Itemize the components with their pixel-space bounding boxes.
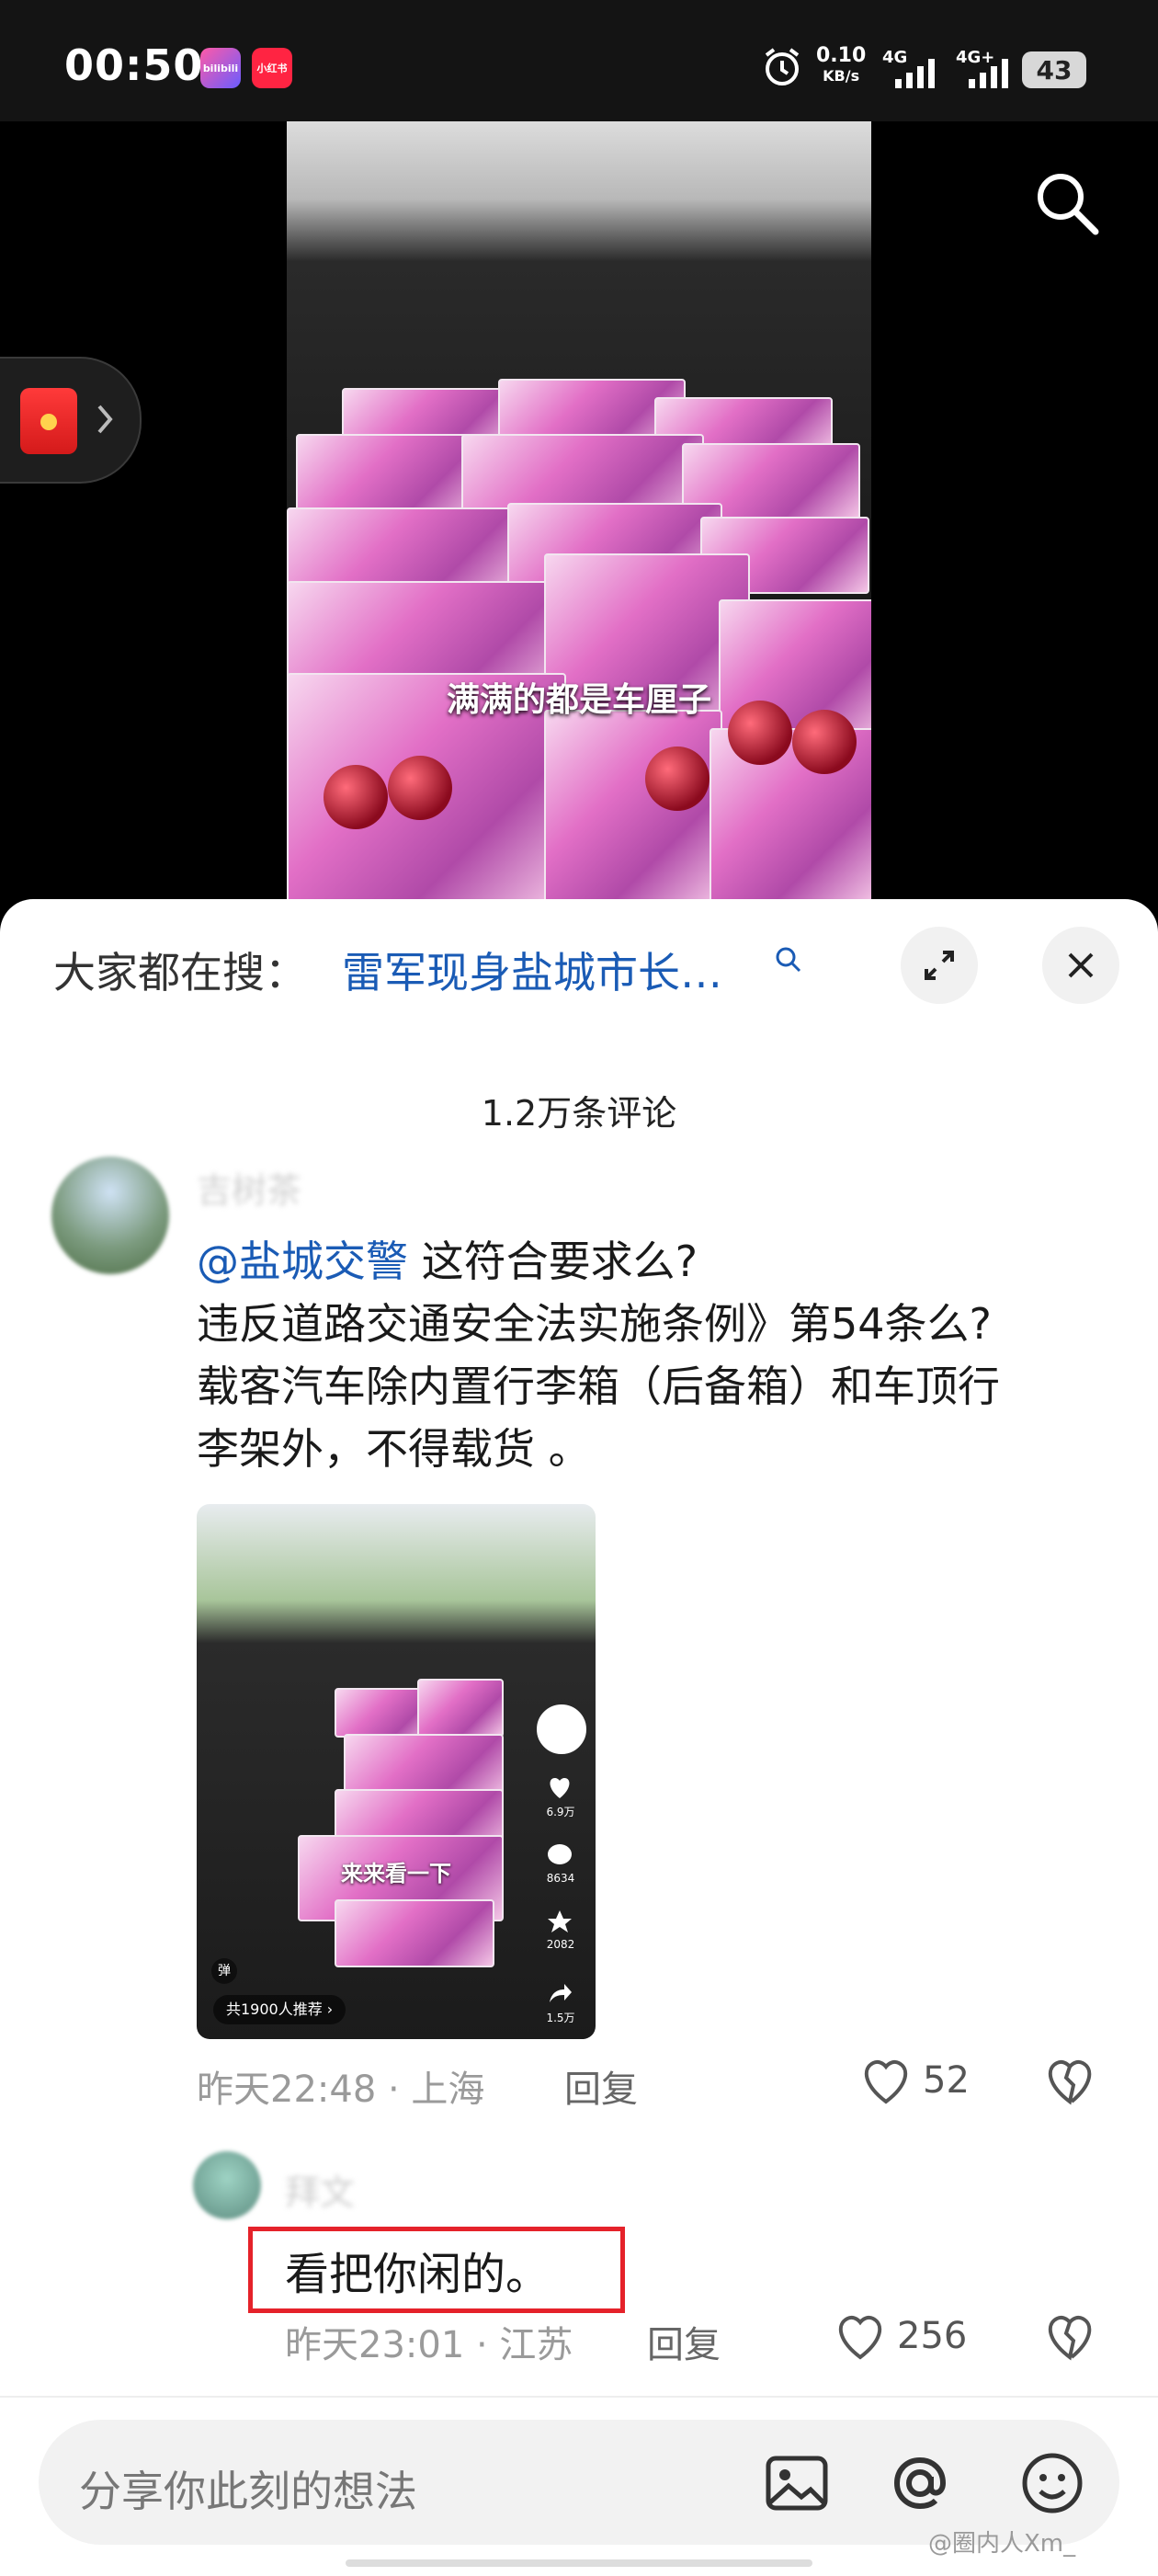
video-subtitle: 满满的都是车厘子 [446,681,711,719]
xiaohongshu-notification-icon: 小红书 [252,48,292,88]
net-speed-unit: KB/s [823,67,860,85]
like-count: 6.9万 [546,1806,575,1818]
expand-icon [925,951,954,980]
signal-bars-icon [895,59,935,88]
reply-button[interactable]: 回复 [564,2059,638,2113]
dislike-broken-heart-icon[interactable] [1042,2056,1097,2107]
net-speed-value: 0.10 [816,44,867,67]
attached-video-thumbnail[interactable]: 来来看一下 6.9万 8634 2082 1.5万 弹 共1900人推荐 › [197,1504,596,2039]
username[interactable]: 吉树茶 [197,1162,301,1213]
comment-meta: 昨天23:01 · 江苏 [285,2324,573,2366]
comment-text: 看把你闲的。 [285,2249,551,2300]
alarm-icon [765,48,800,85]
reply-button[interactable]: 回复 [647,2315,721,2368]
red-packet-seal [40,414,57,430]
comment-meta: 昨天22:48 · 上海 [197,2069,485,2111]
home-indicator[interactable] [346,2559,812,2567]
danmaku-icon: 弹 [211,1958,237,1984]
avatar[interactable] [51,1157,169,1274]
comment-line: 李架外，不得载货 。 [197,1424,591,1474]
video-frame [287,121,871,901]
search-small-icon[interactable] [774,945,803,975]
like-count: 52 [923,2059,970,2102]
share-icon [550,1984,572,2002]
heart-icon [550,1778,570,1798]
like-heart-icon[interactable] [833,2311,888,2363]
expand-button[interactable] [901,927,978,1004]
emoji-icon[interactable] [1018,2449,1086,2517]
thumbnail-caption: 来来看一下 [341,1861,451,1886]
recommend-badge: 共1900人推荐 › [213,1995,346,2024]
comment-line: 载客汽车除内置行李箱（后备箱）和车顶行 [197,1362,1000,1411]
battery-indicator: 43 [1022,51,1086,88]
share-count: 1.5万 [546,2012,575,2024]
chevron-right-icon [97,405,113,434]
network-speed: 0.10 KB/s [816,46,866,86]
signal-bars-2-icon [969,59,1008,88]
favorite-count: 2082 [546,1938,575,1951]
clock: 00:50 [64,40,204,90]
search-hint-label: 大家都在搜： [53,948,307,997]
avatar[interactable] [193,2151,261,2219]
image-icon[interactable] [763,2451,831,2515]
comment-line: 违反道路交通安全法实施条例》第54条么? [197,1299,992,1349]
username[interactable]: 拜文 [285,2164,355,2215]
creator-avatar [537,1704,586,1754]
comment-icon [548,1844,572,1864]
star-icon [548,1910,572,1932]
watermark: @圈内人Xm_ [928,2530,1076,2558]
like-count: 256 [897,2315,968,2357]
comment-count-small: 8634 [546,1872,575,1885]
status-bar: 00:50 bilibili 小红书 0.10 KB/s 4G 4G+ 43 [0,0,1158,121]
like-heart-icon[interactable] [858,2056,914,2107]
comment-line: 这符合要求么? [408,1237,698,1286]
close-icon [1068,952,1094,978]
dislike-broken-heart-icon[interactable] [1042,2311,1097,2363]
comment-input-placeholder[interactable]: 分享你此刻的想法 [79,2458,417,2519]
search-hint-link[interactable]: 雷军现身盐城市长… [342,940,722,1000]
comment-text: @盐城交警 这符合要求么? 违反道路交通安全法实施条例》第54条么? 载客汽车除… [197,1230,1116,1480]
bilibili-notification-icon: bilibili [200,48,241,88]
close-button[interactable] [1042,927,1119,1004]
comment-count: 1.2万条评论 [481,1093,677,1134]
mention-at-icon[interactable] [886,2449,954,2517]
search-icon[interactable] [1029,165,1103,239]
mention-link[interactable]: @盐城交警 [197,1237,408,1286]
